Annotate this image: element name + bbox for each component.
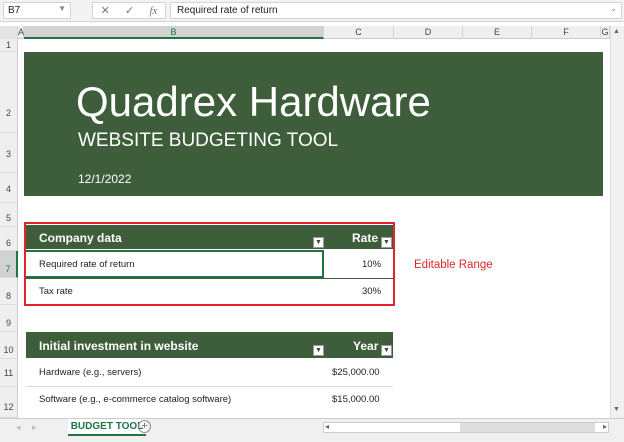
scroll-up-icon[interactable]: ▲ [613, 28, 620, 35]
add-sheet-icon[interactable]: + [138, 420, 151, 433]
row-divider [26, 386, 393, 387]
column-header-g[interactable]: G [601, 26, 610, 39]
column-header-b[interactable]: B [24, 26, 324, 39]
year-header-label: Year [353, 339, 379, 353]
investment-row-label[interactable]: Software (e.g., e-commerce catalog softw… [39, 394, 231, 405]
row-header-11[interactable]: 11 [0, 359, 18, 387]
scroll-down-icon[interactable]: ▼ [613, 406, 620, 413]
row-header-9[interactable]: 9 [0, 305, 18, 332]
investment-header-label: Initial investment in website [39, 339, 199, 353]
column-header-c[interactable]: C [324, 26, 394, 39]
editable-range-note: Editable Range [414, 259, 493, 271]
insert-function-icon[interactable]: fx [149, 5, 157, 17]
vertical-scrollbar[interactable]: ▲ ▼ [610, 26, 624, 418]
name-box[interactable]: B7 ▼ [3, 2, 71, 19]
formula-input[interactable]: Required rate of return ⌄ [170, 2, 622, 19]
row-header-1[interactable]: 1 [0, 39, 18, 52]
title-banner: Quadrex Hardware WEBSITE BUDGETING TOOL … [24, 52, 603, 196]
row-header-2[interactable]: 2 [0, 52, 18, 133]
row-header-12[interactable]: 12 [0, 387, 18, 418]
investment-table-header: Initial investment in website ▼ Year ▼ [26, 332, 393, 358]
row-header-5[interactable]: 5 [0, 203, 18, 227]
investment-row-value[interactable]: $25,000.00 [332, 367, 380, 378]
cancel-icon[interactable]: ✕ [101, 4, 110, 17]
enter-icon[interactable]: ✓ [125, 4, 134, 17]
filter-dropdown-icon[interactable]: ▼ [313, 345, 324, 356]
row-header-7[interactable]: 7 [0, 251, 18, 278]
column-header-f[interactable]: F [532, 26, 601, 39]
scroll-right-icon[interactable]: ▸ [603, 422, 607, 431]
editable-range-highlight [24, 222, 395, 306]
row-header-6[interactable]: 6 [0, 227, 18, 251]
select-all-button[interactable] [0, 26, 18, 39]
row-header-4[interactable]: 4 [0, 173, 18, 203]
row-header-3[interactable]: 3 [0, 133, 18, 173]
page-subtitle: WEBSITE BUDGETING TOOL [78, 130, 339, 151]
name-box-value: B7 [8, 5, 21, 16]
row-header-10[interactable]: 10 [0, 332, 18, 359]
column-headers: A B C D E F G [0, 26, 610, 39]
sheet-tab-bar: ◂ ▸ BUDGET TOOL + ◂ ▸ [0, 418, 624, 442]
expand-formula-icon[interactable]: ⌄ [610, 4, 617, 13]
page-title: Quadrex Hardware [76, 78, 431, 125]
formula-buttons: ✕ ✓ fx [92, 2, 166, 19]
date: 12/1/2022 [78, 172, 132, 186]
formula-bar: B7 ▼ ✕ ✓ fx Required rate of return ⌄ [0, 0, 624, 22]
scroll-track [460, 423, 595, 432]
investment-row-value[interactable]: $15,000.00 [332, 394, 380, 405]
investment-row-label[interactable]: Hardware (e.g., servers) [39, 367, 141, 378]
horizontal-scrollbar[interactable]: ◂ ▸ [323, 422, 609, 433]
scroll-left-icon[interactable]: ◂ [325, 422, 329, 431]
column-header-d[interactable]: D [394, 26, 463, 39]
formula-value: Required rate of return [177, 5, 278, 16]
column-header-e[interactable]: E [463, 26, 532, 39]
sheet-tab-budget-tool[interactable]: BUDGET TOOL [68, 419, 146, 436]
chevron-down-icon[interactable]: ▼ [58, 4, 66, 13]
filter-dropdown-icon[interactable]: ▼ [381, 345, 392, 356]
prev-sheet-icon[interactable]: ◂ [16, 422, 21, 433]
next-sheet-icon[interactable]: ▸ [32, 422, 37, 433]
row-header-8[interactable]: 8 [0, 278, 18, 305]
